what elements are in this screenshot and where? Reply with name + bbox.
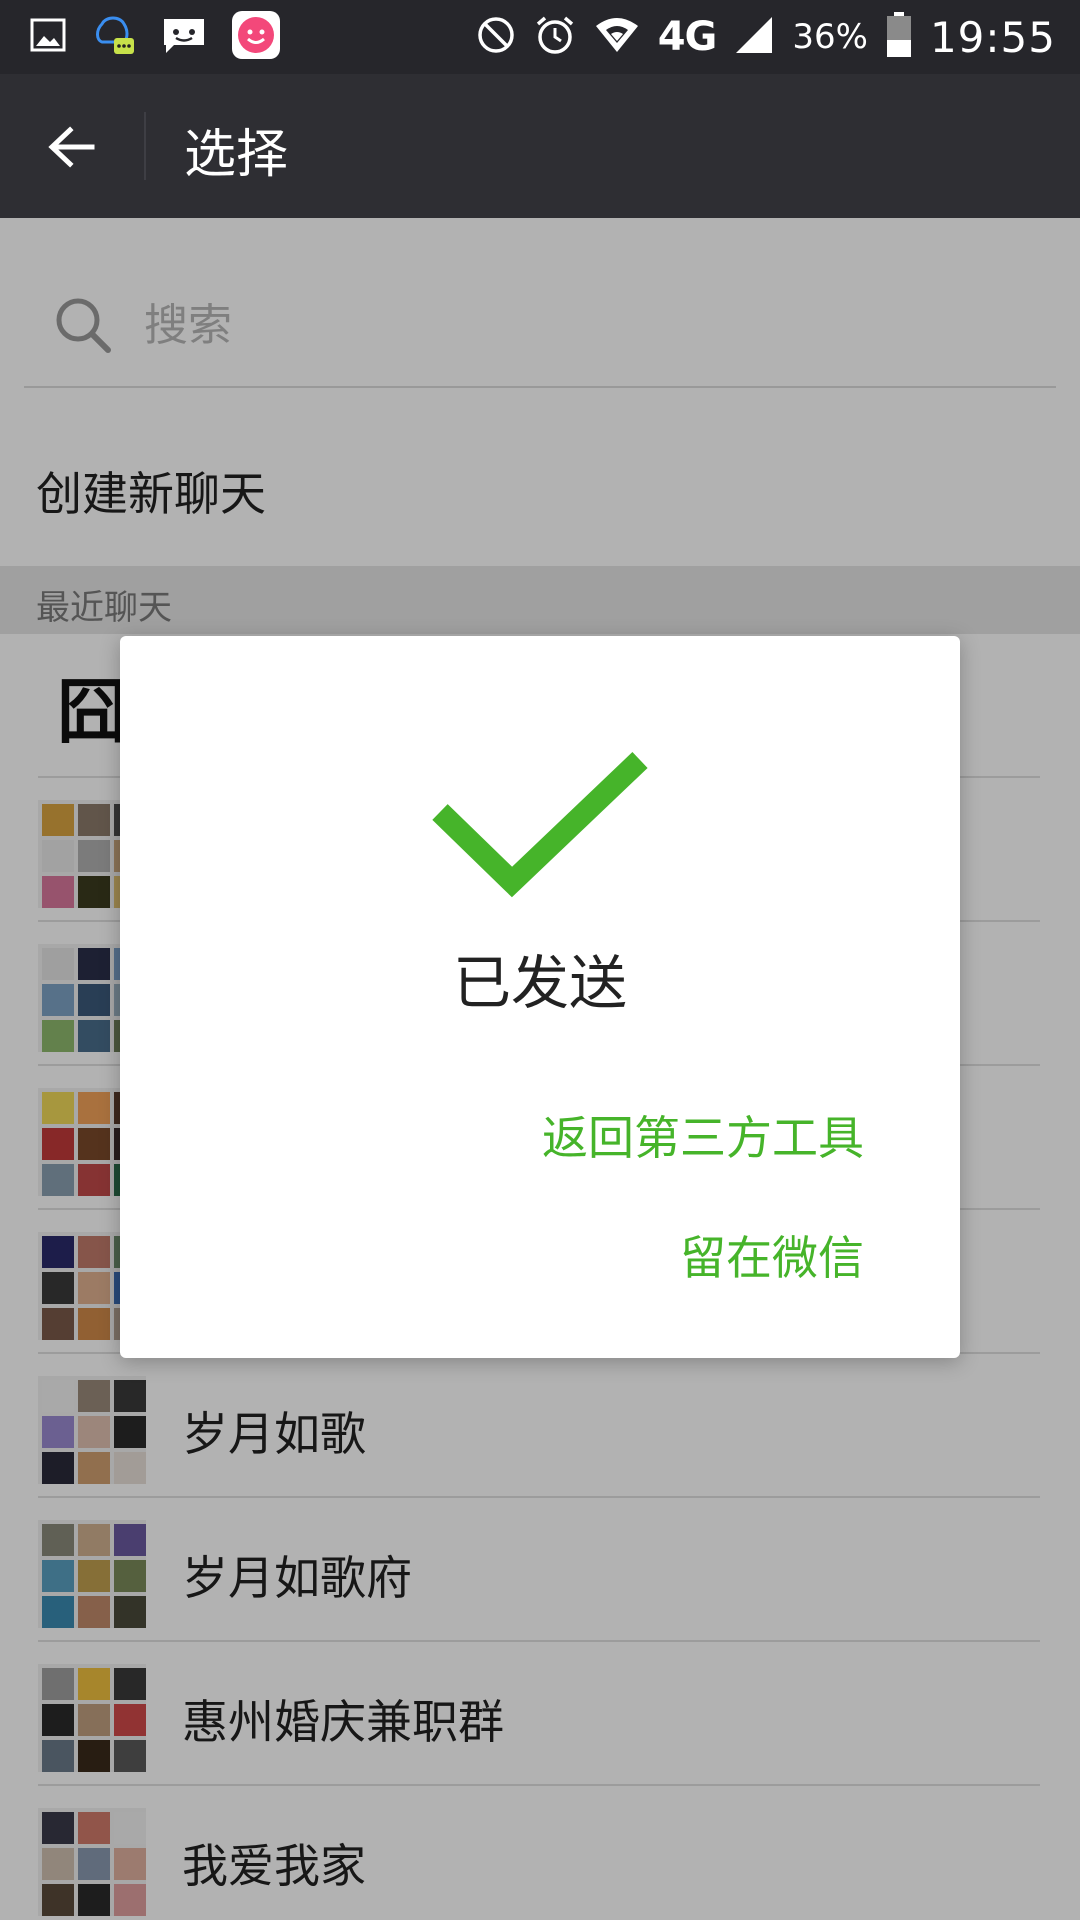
signal-icon (734, 15, 774, 59)
stay-in-wechat-button[interactable]: 留在微信 (680, 1222, 864, 1288)
status-bar: 4G 36% 19:55 (0, 0, 1080, 74)
sent-dialog: 已发送 返回第三方工具 留在微信 (120, 636, 960, 1358)
back-button[interactable] (40, 114, 106, 180)
app-smiley-icon (232, 11, 280, 63)
wifi-icon (594, 16, 640, 58)
image-icon (30, 18, 66, 56)
arrow-left-icon (40, 126, 106, 184)
battery-percent: 36% (792, 17, 868, 57)
alarm-icon (534, 14, 576, 60)
status-bar-system: 4G 36% 19:55 (476, 10, 1056, 64)
qq-message-icon (92, 12, 136, 62)
app-bar-divider (144, 112, 146, 180)
checkmark-icon (420, 732, 660, 926)
sms-icon (162, 15, 206, 59)
do-not-disturb-icon (476, 15, 516, 59)
clock: 19:55 (929, 12, 1056, 62)
network-type-label: 4G (657, 14, 718, 60)
return-to-third-party-button[interactable]: 返回第三方工具 (542, 1102, 864, 1168)
page-title: 选择 (184, 125, 289, 185)
battery-icon (886, 12, 912, 62)
app-bar: 选择 (0, 74, 1080, 218)
dialog-message: 已发送 (452, 949, 627, 1017)
status-bar-notifications (30, 11, 280, 63)
